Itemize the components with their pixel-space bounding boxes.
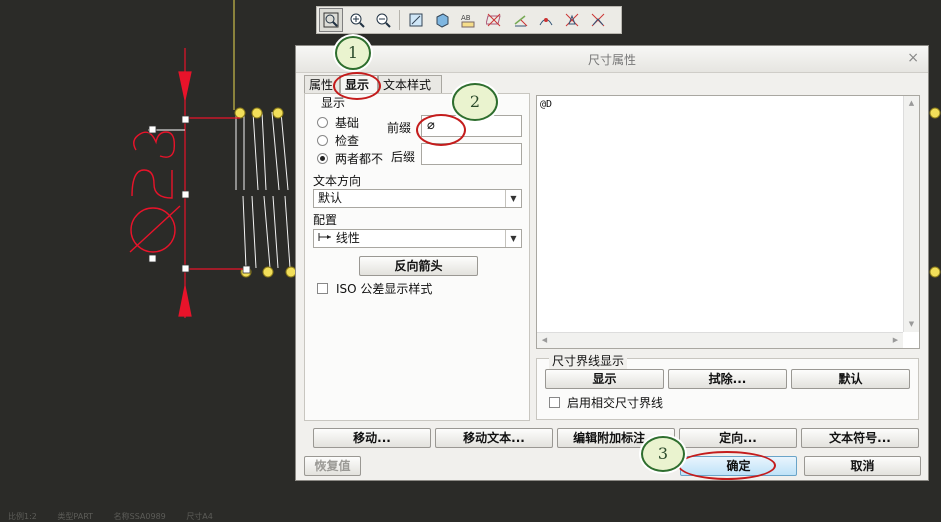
status-bar: 比例1:2 类型PART 名称SSA0989 尺寸A4 [8, 511, 231, 522]
iso-tolerance-checkbox[interactable] [317, 283, 328, 294]
prefix-label: 前缀 [387, 121, 412, 135]
datum-plane-off-icon[interactable] [482, 8, 506, 32]
radio-basic[interactable] [317, 117, 328, 128]
toolbar-separator [399, 10, 400, 30]
zoom-window-icon[interactable] [319, 8, 343, 32]
dialog-titlebar[interactable]: 尺寸属性 × [296, 46, 928, 73]
spin-center-off-icon[interactable] [586, 8, 610, 32]
radio-basic-label: 基础 [335, 116, 360, 130]
status-size: 尺寸A4 [186, 512, 213, 521]
spring-coils [235, 111, 291, 269]
orient-button[interactable]: 定向... [679, 428, 797, 448]
close-icon[interactable]: × [907, 50, 919, 66]
radio-inspection[interactable] [317, 135, 328, 146]
highlight-display-tab [333, 72, 381, 100]
scroll-right-icon[interactable]: ▶ [888, 336, 903, 344]
highlight-ok-button [678, 451, 776, 480]
witness-line-legend: 尺寸界线显示 [549, 352, 628, 369]
callout-2: 2 [452, 83, 498, 121]
linear-dimension-icon [318, 230, 332, 247]
datum-point-off-icon[interactable] [534, 8, 558, 32]
csys-off-icon[interactable] [560, 8, 584, 32]
reverse-arrow-button[interactable]: 反向箭头 [359, 256, 478, 276]
text-direction-value: 默认 [318, 191, 343, 205]
scroll-down-icon[interactable]: ▼ [904, 320, 919, 328]
config-value: 线性 [335, 231, 360, 245]
dimension-text-value: @D [540, 99, 553, 110]
radio-neither[interactable] [317, 153, 328, 164]
vertical-scrollbar[interactable]: ▲ ▼ [903, 96, 919, 332]
diameter-dimension [148, 48, 246, 318]
annotation-display-icon[interactable]: AB [456, 8, 480, 32]
restore-values-button[interactable]: 恢复值 [304, 456, 361, 476]
zoom-out-icon[interactable] [371, 8, 395, 32]
config-label: 配置 [313, 213, 338, 227]
dimension-properties-dialog: 尺寸属性 × 属性 显示 文本样式 显示 基础 检查 两者都不 前缀 ⌀ 后缀 … [295, 45, 929, 481]
datum-axis-off-icon[interactable] [508, 8, 532, 32]
cancel-button[interactable]: 取消 [804, 456, 921, 476]
callout-3: 3 [641, 436, 685, 472]
tab-text-style[interactable]: 文本样式 [378, 75, 442, 93]
text-symbol-button[interactable]: 文本符号... [801, 428, 919, 448]
radio-neither-label: 两者都不 [335, 152, 384, 166]
zoom-in-icon[interactable] [345, 8, 369, 32]
highlight-prefix-field [416, 114, 466, 146]
svg-text:AB: AB [461, 14, 471, 22]
suffix-input[interactable] [421, 143, 522, 165]
dimension-text-area[interactable]: @D ▲ ▼ ◀ ▶ [536, 95, 920, 349]
diameter-symbol-drawing [129, 131, 181, 253]
move-text-button[interactable]: 移动文本... [435, 428, 553, 448]
dialog-title: 尺寸属性 [587, 53, 636, 67]
text-direction-select[interactable]: 默认 ▼ [313, 189, 522, 208]
intersect-witness-checkbox[interactable] [549, 397, 560, 408]
radio-inspection-label: 检查 [335, 134, 360, 148]
refit-icon[interactable] [404, 8, 428, 32]
witness-show-button[interactable]: 显示 [545, 369, 664, 389]
callout-1: 1 [335, 36, 371, 70]
iso-tolerance-label: ISO 公差显示样式 [336, 282, 433, 296]
status-type: 类型PART [57, 512, 94, 521]
view-toolbar: AB [316, 6, 622, 34]
scroll-up-icon[interactable]: ▲ [904, 99, 919, 107]
chevron-down-icon: ▼ [505, 190, 521, 207]
config-select[interactable]: 线性 ▼ [313, 229, 522, 248]
intersect-witness-label: 启用相交尺寸界线 [567, 396, 664, 410]
status-scale: 比例1:2 [8, 512, 37, 521]
move-button[interactable]: 移动... [313, 428, 431, 448]
suffix-label: 后缀 [391, 150, 416, 164]
horizontal-scrollbar[interactable]: ◀ ▶ [537, 332, 903, 348]
scroll-left-icon[interactable]: ◀ [537, 336, 552, 344]
witness-default-button[interactable]: 默认 [791, 369, 910, 389]
shade-icon[interactable] [430, 8, 454, 32]
chevron-down-icon: ▼ [505, 230, 521, 247]
witness-erase-button[interactable]: 拭除... [668, 369, 787, 389]
status-name: 名称SSA0989 [113, 512, 166, 521]
text-direction-label: 文本方向 [313, 174, 362, 188]
